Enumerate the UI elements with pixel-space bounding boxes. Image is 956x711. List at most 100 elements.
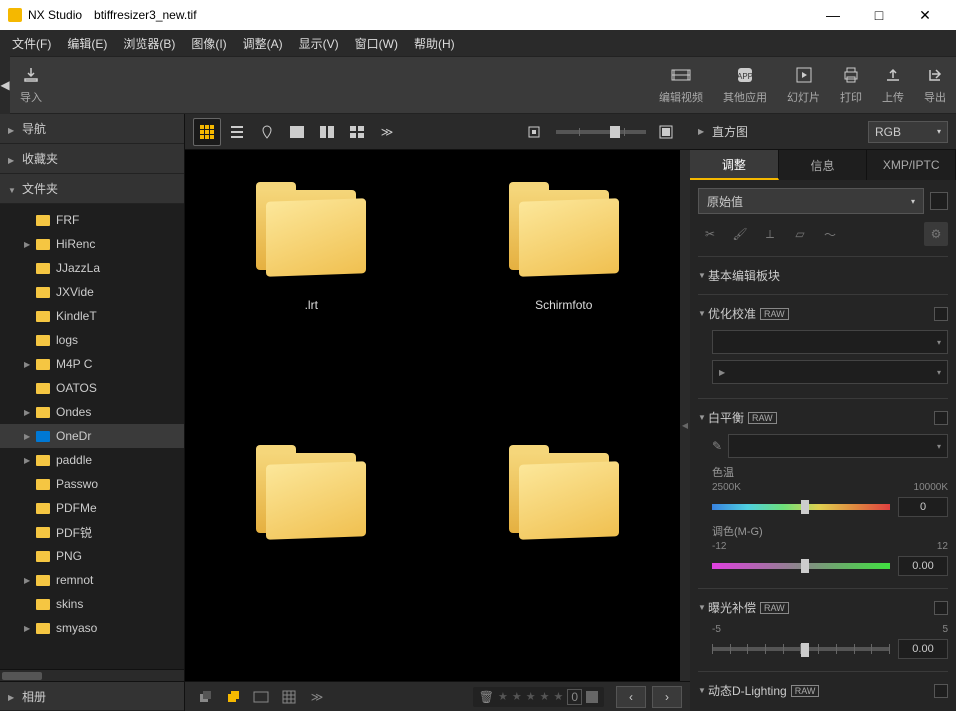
histogram-header[interactable]: ▶ 直方图 RGB▾ [690,114,956,150]
filter-more-button[interactable]: ≫ [305,685,329,709]
more-views-button[interactable]: ≫ [373,118,401,146]
tree-hscrollbar[interactable] [0,669,184,681]
maximize-button[interactable]: □ [856,0,902,30]
tree-item-label: OneDr [56,429,91,443]
nav-panel-header[interactable]: 导航 [0,114,184,144]
tab-xmp[interactable]: XMP/IPTC [867,150,956,180]
gear-icon[interactable]: ⚙ [924,222,948,246]
right-splitter[interactable]: ◀ [680,150,690,681]
tree-item[interactable]: KindleT [0,304,184,328]
preset-checkbox[interactable] [930,192,948,210]
menu-image[interactable]: 图像(I) [183,31,234,56]
tree-item[interactable]: ▶smyaso [0,616,184,640]
tree-item[interactable]: logs [0,328,184,352]
tool-straighten-icon[interactable]: ⟂ [758,222,782,246]
tree-item[interactable]: PDFMe [0,496,184,520]
opt-calib-field2[interactable]: ▾ [712,360,948,384]
edit-video-button[interactable]: 编辑视频 [649,61,713,109]
tool-brush-icon[interactable]: 🖌 [728,222,752,246]
thumbnail-grid[interactable]: .lrtSchirmfoto [185,150,690,681]
wb-temp-value[interactable]: 0 [898,497,948,517]
next-page-button[interactable]: › [652,686,682,708]
opt-calib-field1[interactable]: ▾ [712,330,948,354]
preset-select[interactable]: 原始值▾ [698,188,924,214]
other-apps-button[interactable]: APP 其他应用 [713,61,777,109]
tree-item[interactable]: JJazzLa [0,256,184,280]
wb-tint-value[interactable]: 0.00 [898,556,948,576]
list-view-button[interactable] [223,118,251,146]
menu-adjust[interactable]: 调整(A) [235,31,291,56]
close-button[interactable]: ✕ [902,0,948,30]
select-all-button[interactable] [221,685,245,709]
tab-adjust[interactable]: 调整 [690,150,779,180]
menu-edit[interactable]: 编辑(E) [59,31,115,56]
menu-window[interactable]: 窗口(W) [347,31,406,56]
wb-tint-slider[interactable] [712,563,890,569]
slideshow-button[interactable]: 幻灯片 [777,61,830,109]
tree-item[interactable]: skins [0,592,184,616]
wb-temp-slider[interactable] [712,504,890,510]
tab-info[interactable]: 信息 [779,150,868,180]
zoom-large-icon[interactable] [652,118,680,146]
export-button[interactable]: 导出 [914,61,956,109]
folders-panel-header[interactable]: 文件夹 [0,174,184,204]
folder-thumbnail[interactable]: .lrt [195,170,428,413]
tree-item[interactable]: ▶OneDr [0,424,184,448]
compare4-view-button[interactable] [343,118,371,146]
tool-curve-icon[interactable]: 〜 [818,222,842,246]
upload-button[interactable]: 上传 [872,61,914,109]
menu-browser[interactable]: 浏览器(B) [115,31,183,56]
colorspace-select[interactable]: RGB▾ [868,121,948,143]
dlighting-section[interactable]: ▼动态D-Lighting RAW [698,680,948,701]
grid-view-button[interactable] [193,118,221,146]
tree-item[interactable]: OATOS [0,376,184,400]
minimize-button[interactable]: — [810,0,856,30]
tree-item[interactable]: ▶Ondes [0,400,184,424]
exposure-slider[interactable] [712,647,890,651]
thumbnail-size-slider[interactable] [556,130,646,134]
folder-thumbnail[interactable] [448,433,681,662]
wb-preset-select[interactable]: ▾ [728,434,948,458]
optimize-calib-section[interactable]: ▼优化校准 RAW [698,303,948,324]
basic-edit-section[interactable]: ▼基本编辑板块 [698,265,948,286]
compare2-view-button[interactable] [313,118,341,146]
tree-item[interactable]: ▶paddle [0,448,184,472]
tree-item[interactable]: ▶M4P C [0,352,184,376]
zoom-small-icon[interactable] [520,118,548,146]
tree-item[interactable]: Passwo [0,472,184,496]
album-panel-header[interactable]: 相册 [0,681,184,711]
tool-crop-icon[interactable]: ✂ [698,222,722,246]
map-view-button[interactable] [253,118,281,146]
wb-checkbox[interactable] [934,411,948,425]
print-button[interactable]: 打印 [830,61,872,109]
favorites-panel-header[interactable]: 收藏夹 [0,144,184,174]
toolbar-collapse-left[interactable]: ◀ [0,56,10,114]
exposure-checkbox[interactable] [934,601,948,615]
tree-item[interactable]: PDF锐 [0,520,184,544]
wb-temp-label: 色温 [712,464,948,480]
exposure-section[interactable]: ▼曝光补偿 RAW [698,597,948,618]
folder-thumbnail[interactable]: Schirmfoto [448,170,681,413]
prev-page-button[interactable]: ‹ [616,686,646,708]
tree-item[interactable]: ▶remnot [0,568,184,592]
tree-item[interactable]: PNG [0,544,184,568]
menu-file[interactable]: 文件(F) [4,31,59,56]
tool-perspective-icon[interactable]: ▱ [788,222,812,246]
menu-view[interactable]: 显示(V) [291,31,347,56]
tree-item[interactable]: JXVide [0,280,184,304]
opt-calib-checkbox[interactable] [934,307,948,321]
dlighting-checkbox[interactable] [934,684,948,698]
menu-help[interactable]: 帮助(H) [406,31,463,56]
white-balance-section[interactable]: ▼白平衡 RAW [698,407,948,428]
rating-filter[interactable]: 🗑 ★★★★★ 0 [473,687,604,707]
import-button[interactable]: 导入 [10,61,52,109]
eyedropper-icon[interactable]: ✎ [712,439,722,453]
select-none-button[interactable] [193,685,217,709]
filter-grid-button[interactable] [277,685,301,709]
folder-thumbnail[interactable] [195,433,428,662]
exposure-value[interactable]: 0.00 [898,639,948,659]
tree-item[interactable]: ▶HiRenc [0,232,184,256]
tree-item[interactable]: FRF [0,208,184,232]
filter-aspect-button[interactable] [249,685,273,709]
single-view-button[interactable] [283,118,311,146]
